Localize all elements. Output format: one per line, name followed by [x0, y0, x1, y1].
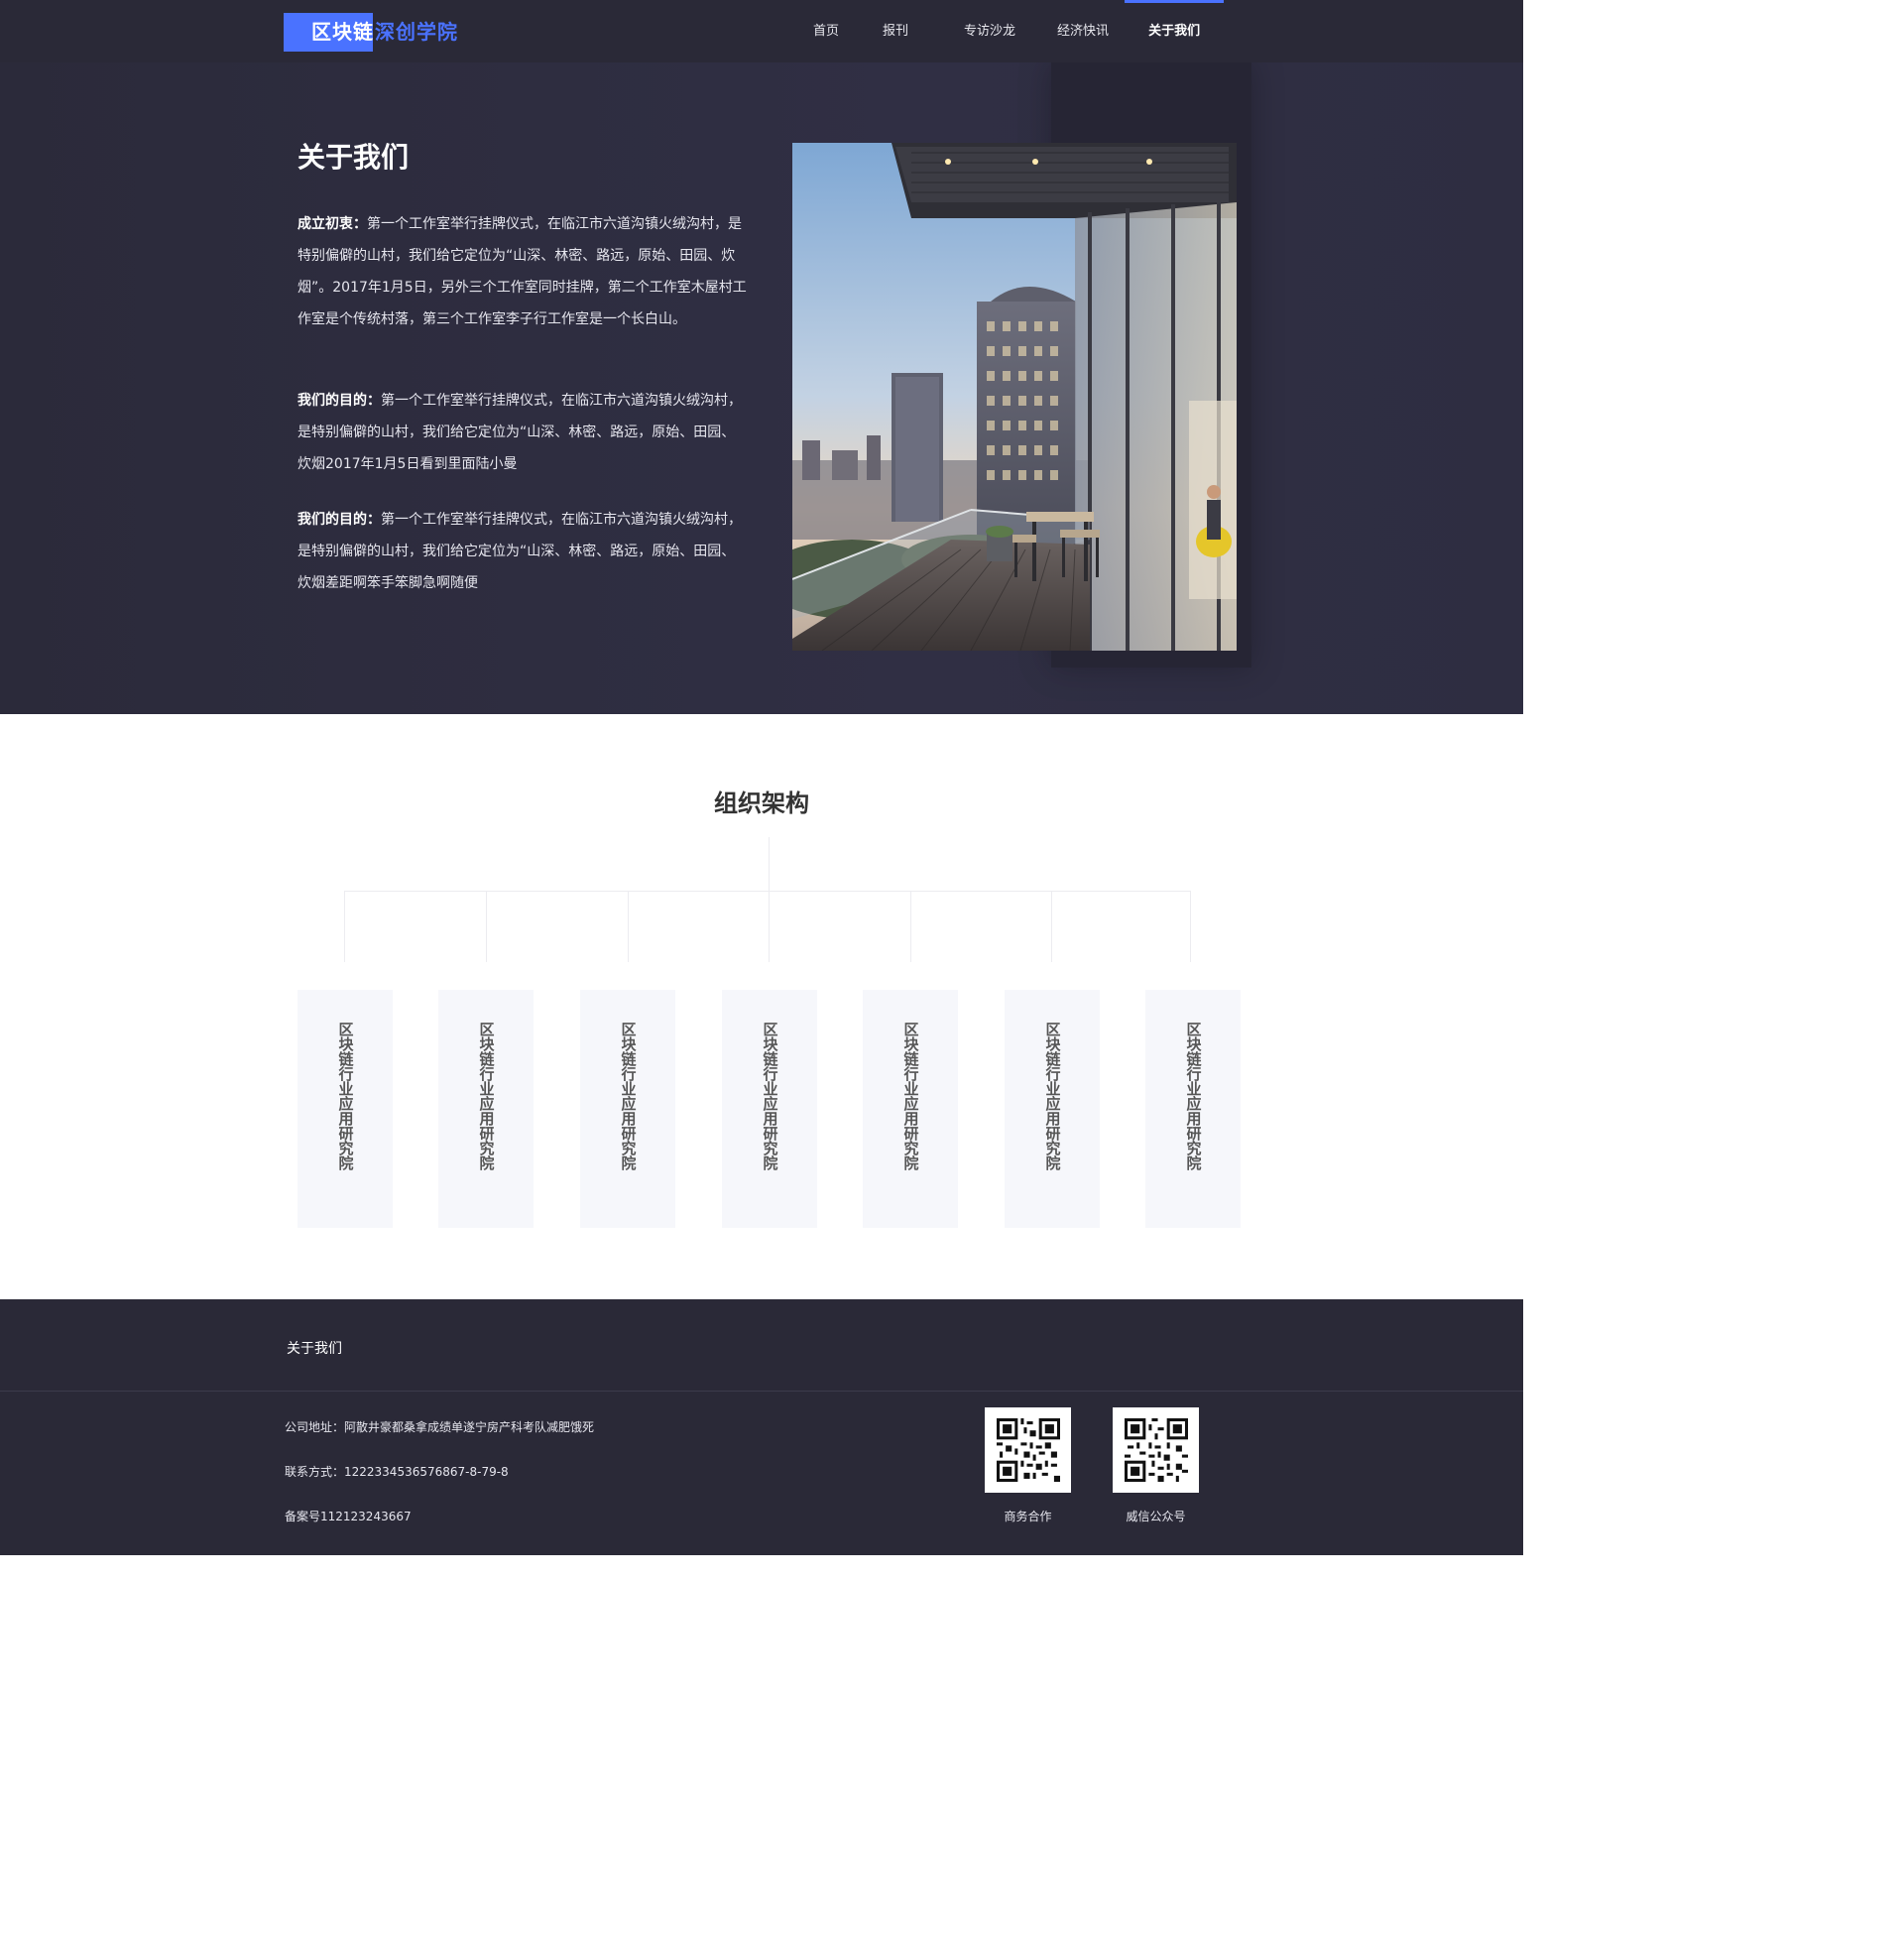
intro-paragraph: 成立初衷：第一个工作室举行挂牌仪式，在临江市六道沟镇火绒沟村，是特别偏僻的山村，… — [298, 208, 749, 335]
org-card-label: 区块链行业应用研究院 — [901, 1022, 920, 1170]
org-card[interactable]: 区块链行业应用研究院 — [580, 990, 675, 1228]
purpose-lead: 我们的目的： — [298, 393, 381, 409]
org-card[interactable]: 区块链行业应用研究院 — [1145, 990, 1241, 1228]
footer-divider — [0, 1391, 1523, 1392]
main-nav: 首页 报刊 专访沙龙 经济快讯 关于我们 — [793, 0, 1225, 62]
org-card[interactable]: 区块链行业应用研究院 — [863, 990, 958, 1228]
page-title: 关于我们 — [298, 141, 410, 174]
org-card-label: 区块链行业应用研究院 — [477, 1022, 496, 1170]
org-structure-section: 组织架构 区块链行业应用研究院 区块链行业应用研究院 区块链行业应用研究院 区块… — [0, 714, 1523, 1299]
org-card[interactable]: 区块链行业应用研究院 — [1005, 990, 1100, 1228]
nav-item-home[interactable]: 首页 — [793, 0, 861, 62]
qr-label-business: 商务合作 — [1004, 1510, 1052, 1523]
nav-item-about-us[interactable]: 关于我们 — [1125, 0, 1225, 62]
purpose-paragraph-2: 我们的目的：第一个工作室举行挂牌仪式，在临江市六道沟镇火绒沟村，是特别偏僻的山村… — [298, 504, 749, 599]
nav-item-interview-salon[interactable]: 专访沙龙 — [936, 0, 1036, 62]
org-card-label: 区块链行业应用研究院 — [619, 1022, 638, 1170]
org-card[interactable]: 区块链行业应用研究院 — [438, 990, 534, 1228]
footer-title[interactable]: 关于我们 — [287, 1339, 342, 1359]
qr-code-icon — [1124, 1418, 1188, 1482]
office-terrace-photo — [792, 143, 1237, 651]
purpose-paragraph: 我们的目的：第一个工作室举行挂牌仪式，在临江市六道沟镇火绒沟村，是特别偏僻的山村… — [298, 385, 749, 480]
org-card-label: 区块链行业应用研究院 — [1184, 1022, 1203, 1170]
intro-body: 第一个工作室举行挂牌仪式，在临江市六道沟镇火绒沟村，是特别偏僻的山村，我们给它定… — [298, 216, 747, 327]
org-card-label: 区块链行业应用研究院 — [761, 1022, 779, 1170]
company-address: 公司地址：阿散井豪都桑拿成绩单遂宁房产科考队减肥饿死 — [285, 1420, 595, 1434]
nav-item-newspaper[interactable]: 报刊 — [861, 0, 936, 62]
logo-main-text[interactable]: 区块链 — [311, 18, 374, 46]
org-card[interactable]: 区块链行业应用研究院 — [298, 990, 393, 1228]
logo-sub-text[interactable]: 深创学院 — [375, 18, 458, 46]
qr-code-business — [985, 1407, 1071, 1493]
record-number: 备案号112123243667 — [285, 1510, 412, 1523]
site-footer: 关于我们 公司地址：阿散井豪都桑拿成绩单遂宁房产科考队减肥饿死 联系方式：122… — [0, 1299, 1523, 1555]
qr-code-wechat — [1113, 1407, 1199, 1493]
purpose-lead-2: 我们的目的： — [298, 512, 381, 528]
site-header: 区块链 深创学院 首页 报刊 专访沙龙 经济快讯 关于我们 — [0, 0, 1523, 62]
intro-lead: 成立初衷： — [298, 216, 367, 232]
org-card-label: 区块链行业应用研究院 — [336, 1022, 355, 1170]
org-card[interactable]: 区块链行业应用研究院 — [722, 990, 817, 1228]
qr-label-wechat: 威信公众号 — [1126, 1510, 1186, 1523]
nav-item-economic-news[interactable]: 经济快讯 — [1036, 0, 1129, 62]
office-terrace-illustration — [792, 143, 1237, 651]
org-card-label: 区块链行业应用研究院 — [1043, 1022, 1062, 1170]
contact-info: 联系方式：1222334536576867-8-79-8 — [285, 1465, 509, 1479]
about-hero: 关于我们 成立初衷：第一个工作室举行挂牌仪式，在临江市六道沟镇火绒沟村，是特别偏… — [0, 62, 1523, 714]
qr-code-icon — [996, 1418, 1060, 1482]
